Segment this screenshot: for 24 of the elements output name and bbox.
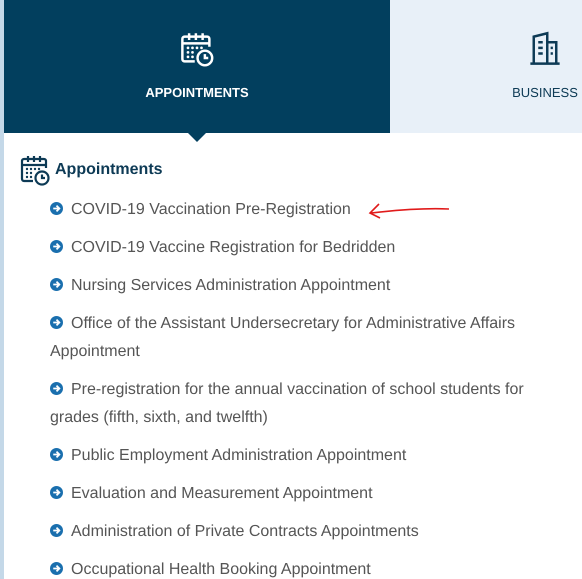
appointment-link[interactable]: COVID-19 Vaccine Registration for Bedridden xyxy=(50,234,396,262)
arrow-circle-icon xyxy=(50,240,63,253)
tab[interactable]: APPOINTMENTS xyxy=(4,0,390,133)
appointment-link[interactable]: Public Employment Administration Appointment xyxy=(50,442,406,470)
appointment-link[interactable]: Office of the Assistant Undersecretary for Administrative Affairs Appointment xyxy=(50,310,542,366)
appointment-link[interactable]: Nursing Services Administration Appointment xyxy=(50,272,390,300)
appointment-link[interactable]: Evaluation and Measurement Appointment xyxy=(50,480,373,508)
section-title: Appointments xyxy=(55,160,163,180)
arrow-circle-icon xyxy=(50,202,63,215)
calendar-icon xyxy=(179,30,215,67)
arrow-circle-icon xyxy=(50,524,63,537)
calendar-icon xyxy=(19,154,51,186)
tab[interactable]: BUSINESS xyxy=(390,0,582,133)
tab-pointer xyxy=(188,133,206,142)
arrow-circle-icon xyxy=(50,382,63,395)
arrow-circle-icon xyxy=(50,562,63,575)
arrow-circle-icon xyxy=(50,316,63,329)
appointment-link[interactable]: COVID-19 Vaccination Pre-Registration xyxy=(50,196,351,224)
appointment-link[interactable]: Pre-registration for the annual vaccination of school students for grades (fifth, sixth, and twelfth) xyxy=(50,376,542,432)
arrow-circle-icon xyxy=(50,448,63,461)
appointment-link[interactable]: Occupational Health Booking Appointment xyxy=(50,556,371,579)
arrow-circle-icon xyxy=(50,278,63,291)
appointment-link[interactable]: Administration of Private Contracts Appointments xyxy=(50,518,419,546)
arrow-circle-icon xyxy=(50,486,63,499)
